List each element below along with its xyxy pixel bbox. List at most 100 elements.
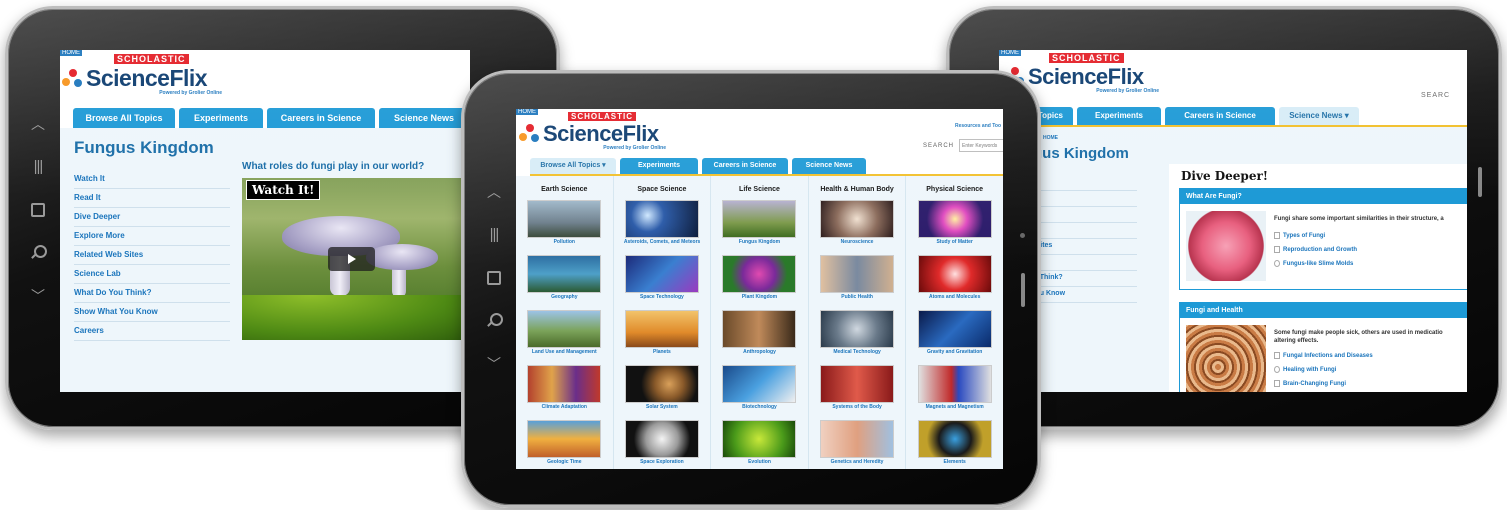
info-box-title[interactable]: Fungi and Health (1180, 303, 1467, 318)
tab-experiments[interactable]: Experiments (179, 108, 263, 128)
magnifier-icon (1274, 259, 1280, 267)
video-player[interactable]: Watch It! (242, 178, 470, 340)
menu-item-related-web-sites[interactable]: Related Web Sites (74, 246, 230, 265)
mushroom-cap-2 (366, 244, 438, 270)
menu-item-explore-more[interactable]: Explore More (74, 227, 230, 246)
tab-browse-all-topics[interactable]: Browse All Topics ▾ (530, 158, 616, 174)
topic-card-plant-kingdom[interactable]: Plant Kingdom (721, 255, 797, 308)
topic-card-genetics-and-heredity[interactable]: Genetics and Heredity (819, 420, 895, 469)
link-reproduction-and-growth[interactable]: Reproduction and Growth (1274, 243, 1357, 257)
topic-card-planets[interactable]: Planets (624, 310, 700, 363)
topic-menu: Watch It Read It Dive Deeper Explore Mor… (74, 170, 230, 341)
menu-item-show-what-you-know[interactable]: Show What You Know (74, 303, 230, 322)
scienceflix-logo[interactable]: ScienceFlix (62, 65, 208, 92)
topic-card-neuroscience[interactable]: Neuroscience (819, 200, 895, 253)
scholastic-logo[interactable]: SCHOLASTIC (114, 54, 189, 64)
tab-science-news[interactable]: Science News ▾ (1279, 107, 1359, 125)
topic-card-systems-of-the-body[interactable]: Systems of the Body (819, 365, 895, 418)
tab-science-news[interactable]: Science News (792, 158, 866, 174)
chevron-down-icon[interactable]: ﹀ (31, 289, 45, 303)
powered-by: Powered by Grolier Online (1096, 88, 1159, 94)
link-healing-with-fungi[interactable]: Healing with Fungi (1274, 363, 1373, 377)
menu-item-careers[interactable]: Careers (74, 322, 230, 341)
topic-card-geologic-time[interactable]: Geologic Time (526, 420, 602, 469)
tab-experiments[interactable]: Experiments (1077, 107, 1161, 125)
topic-label: Planets (652, 349, 671, 355)
topic-card-geography[interactable]: Geography (526, 255, 602, 308)
topic-label: Neuroscience (840, 239, 874, 245)
topic-thumbnail (917, 310, 992, 348)
search-icon[interactable] (30, 245, 47, 261)
topic-thumbnail (624, 200, 699, 238)
topic-label: Atoms and Molecules (928, 294, 981, 300)
link-types-of-fungi[interactable]: Types of Fungi (1274, 229, 1357, 243)
home-link[interactable]: HOME (999, 50, 1021, 56)
home-square-icon[interactable] (487, 271, 501, 285)
topic-thumbnail (722, 310, 797, 348)
topic-label: Pollution (553, 239, 575, 245)
link-fungal-infections[interactable]: Fungal Infections and Diseases (1274, 349, 1373, 363)
search-input[interactable] (959, 139, 1003, 152)
menu-bars-icon[interactable]: ||| (490, 227, 500, 243)
link-fungus-like-slime-molds[interactable]: Fungus-like Slime Molds (1274, 257, 1357, 271)
topic-card-magnets[interactable]: Magnets and Magnetism (917, 365, 993, 418)
topic-label: Climate Adaptation (541, 404, 587, 410)
logo-text: ScienceFlix (1028, 64, 1144, 89)
tab-careers-in-science[interactable]: Careers in Science (1165, 107, 1275, 125)
topic-card-fungus-kingdom[interactable]: Fungus Kingdom (721, 200, 797, 253)
play-icon[interactable] (328, 247, 375, 271)
topic-card-solar-system[interactable]: Solar System (624, 365, 700, 418)
tab-science-news[interactable]: Science News (379, 108, 469, 128)
topic-card-asteroids[interactable]: Asteroids, Comets, and Meteors (624, 200, 700, 253)
topic-card-study-of-matter[interactable]: Study of Matter (917, 200, 993, 253)
topic-card-land-use[interactable]: Land Use and Management (526, 310, 602, 363)
topic-thumbnail (527, 365, 602, 403)
home-link[interactable]: HOME (60, 50, 82, 56)
panel-title: Dive Deeper! (1181, 169, 1269, 183)
home-square-icon[interactable] (31, 203, 45, 217)
topic-label: Magnets and Magnetism (925, 404, 984, 410)
tab-experiments[interactable]: Experiments (620, 158, 698, 174)
topic-card-atoms-and-molecules[interactable]: Atoms and Molecules (917, 255, 993, 308)
topic-card-space-exploration[interactable]: Space Exploration (624, 420, 700, 469)
breadcrumb[interactable]: HOME (1043, 135, 1058, 141)
tab-browse-all-topics[interactable]: Browse All Topics (73, 108, 175, 128)
menu-bars-icon[interactable]: ||| (34, 159, 44, 175)
info-box-text: Some fungi make people sick, others are … (1274, 330, 1443, 344)
topic-card-pollution[interactable]: Pollution (526, 200, 602, 253)
powered-by: Powered by Grolier Online (603, 145, 666, 151)
link-brain-changing-fungi[interactable]: Brain-Changing Fungi (1274, 377, 1373, 391)
topic-card-elements[interactable]: Elements (917, 420, 993, 469)
topic-card-public-health[interactable]: Public Health (819, 255, 895, 308)
tablet-center: ︿ ||| ﹀ HOME SCHOLASTIC ScienceFlix Powe… (461, 70, 1041, 508)
menu-item-read-it[interactable]: Read It (74, 189, 230, 208)
chevron-up-icon[interactable]: ︿ (487, 185, 501, 199)
topic-label: Land Use and Management (531, 349, 597, 355)
topic-card-anthropology[interactable]: Anthropology (721, 310, 797, 363)
scholastic-logo[interactable]: SCHOLASTIC (568, 112, 636, 121)
chevron-down-icon[interactable]: ﹀ (487, 357, 501, 371)
topic-card-biotechnology[interactable]: Biotechnology (721, 365, 797, 418)
menu-item-science-lab[interactable]: Science Lab (74, 265, 230, 284)
scholastic-logo[interactable]: SCHOLASTIC (1049, 53, 1124, 63)
search-label: SEARCH (923, 143, 955, 149)
topic-card-climate-adaptation[interactable]: Climate Adaptation (526, 365, 602, 418)
topic-thumbnail (820, 200, 895, 238)
tab-careers-in-science[interactable]: Careers in Science (702, 158, 788, 174)
home-link[interactable]: HOME (516, 109, 538, 115)
chevron-up-icon[interactable]: ︿ (31, 117, 45, 131)
search-icon[interactable] (486, 313, 503, 329)
topic-card-space-technology[interactable]: Space Technology (624, 255, 700, 308)
menu-item-dive-deeper[interactable]: Dive Deeper (74, 208, 230, 227)
topic-card-gravity[interactable]: Gravity and Gravitation (917, 310, 993, 363)
resources-link[interactable]: Resources and Too (955, 123, 1001, 129)
topic-card-evolution[interactable]: Evolution (721, 420, 797, 469)
topic-card-medical-technology[interactable]: Medical Technology (819, 310, 895, 363)
menu-item-watch-it[interactable]: Watch It (74, 170, 230, 189)
info-box-title[interactable]: What Are Fungi? (1180, 189, 1467, 204)
atom-logo-icon (62, 68, 84, 89)
tab-careers-in-science[interactable]: Careers in Science (267, 108, 375, 128)
menu-item-what-do-you-think[interactable]: What Do You Think? (74, 284, 230, 303)
topic-thumbnail (820, 310, 895, 348)
scienceflix-logo[interactable]: ScienceFlix (519, 121, 659, 147)
